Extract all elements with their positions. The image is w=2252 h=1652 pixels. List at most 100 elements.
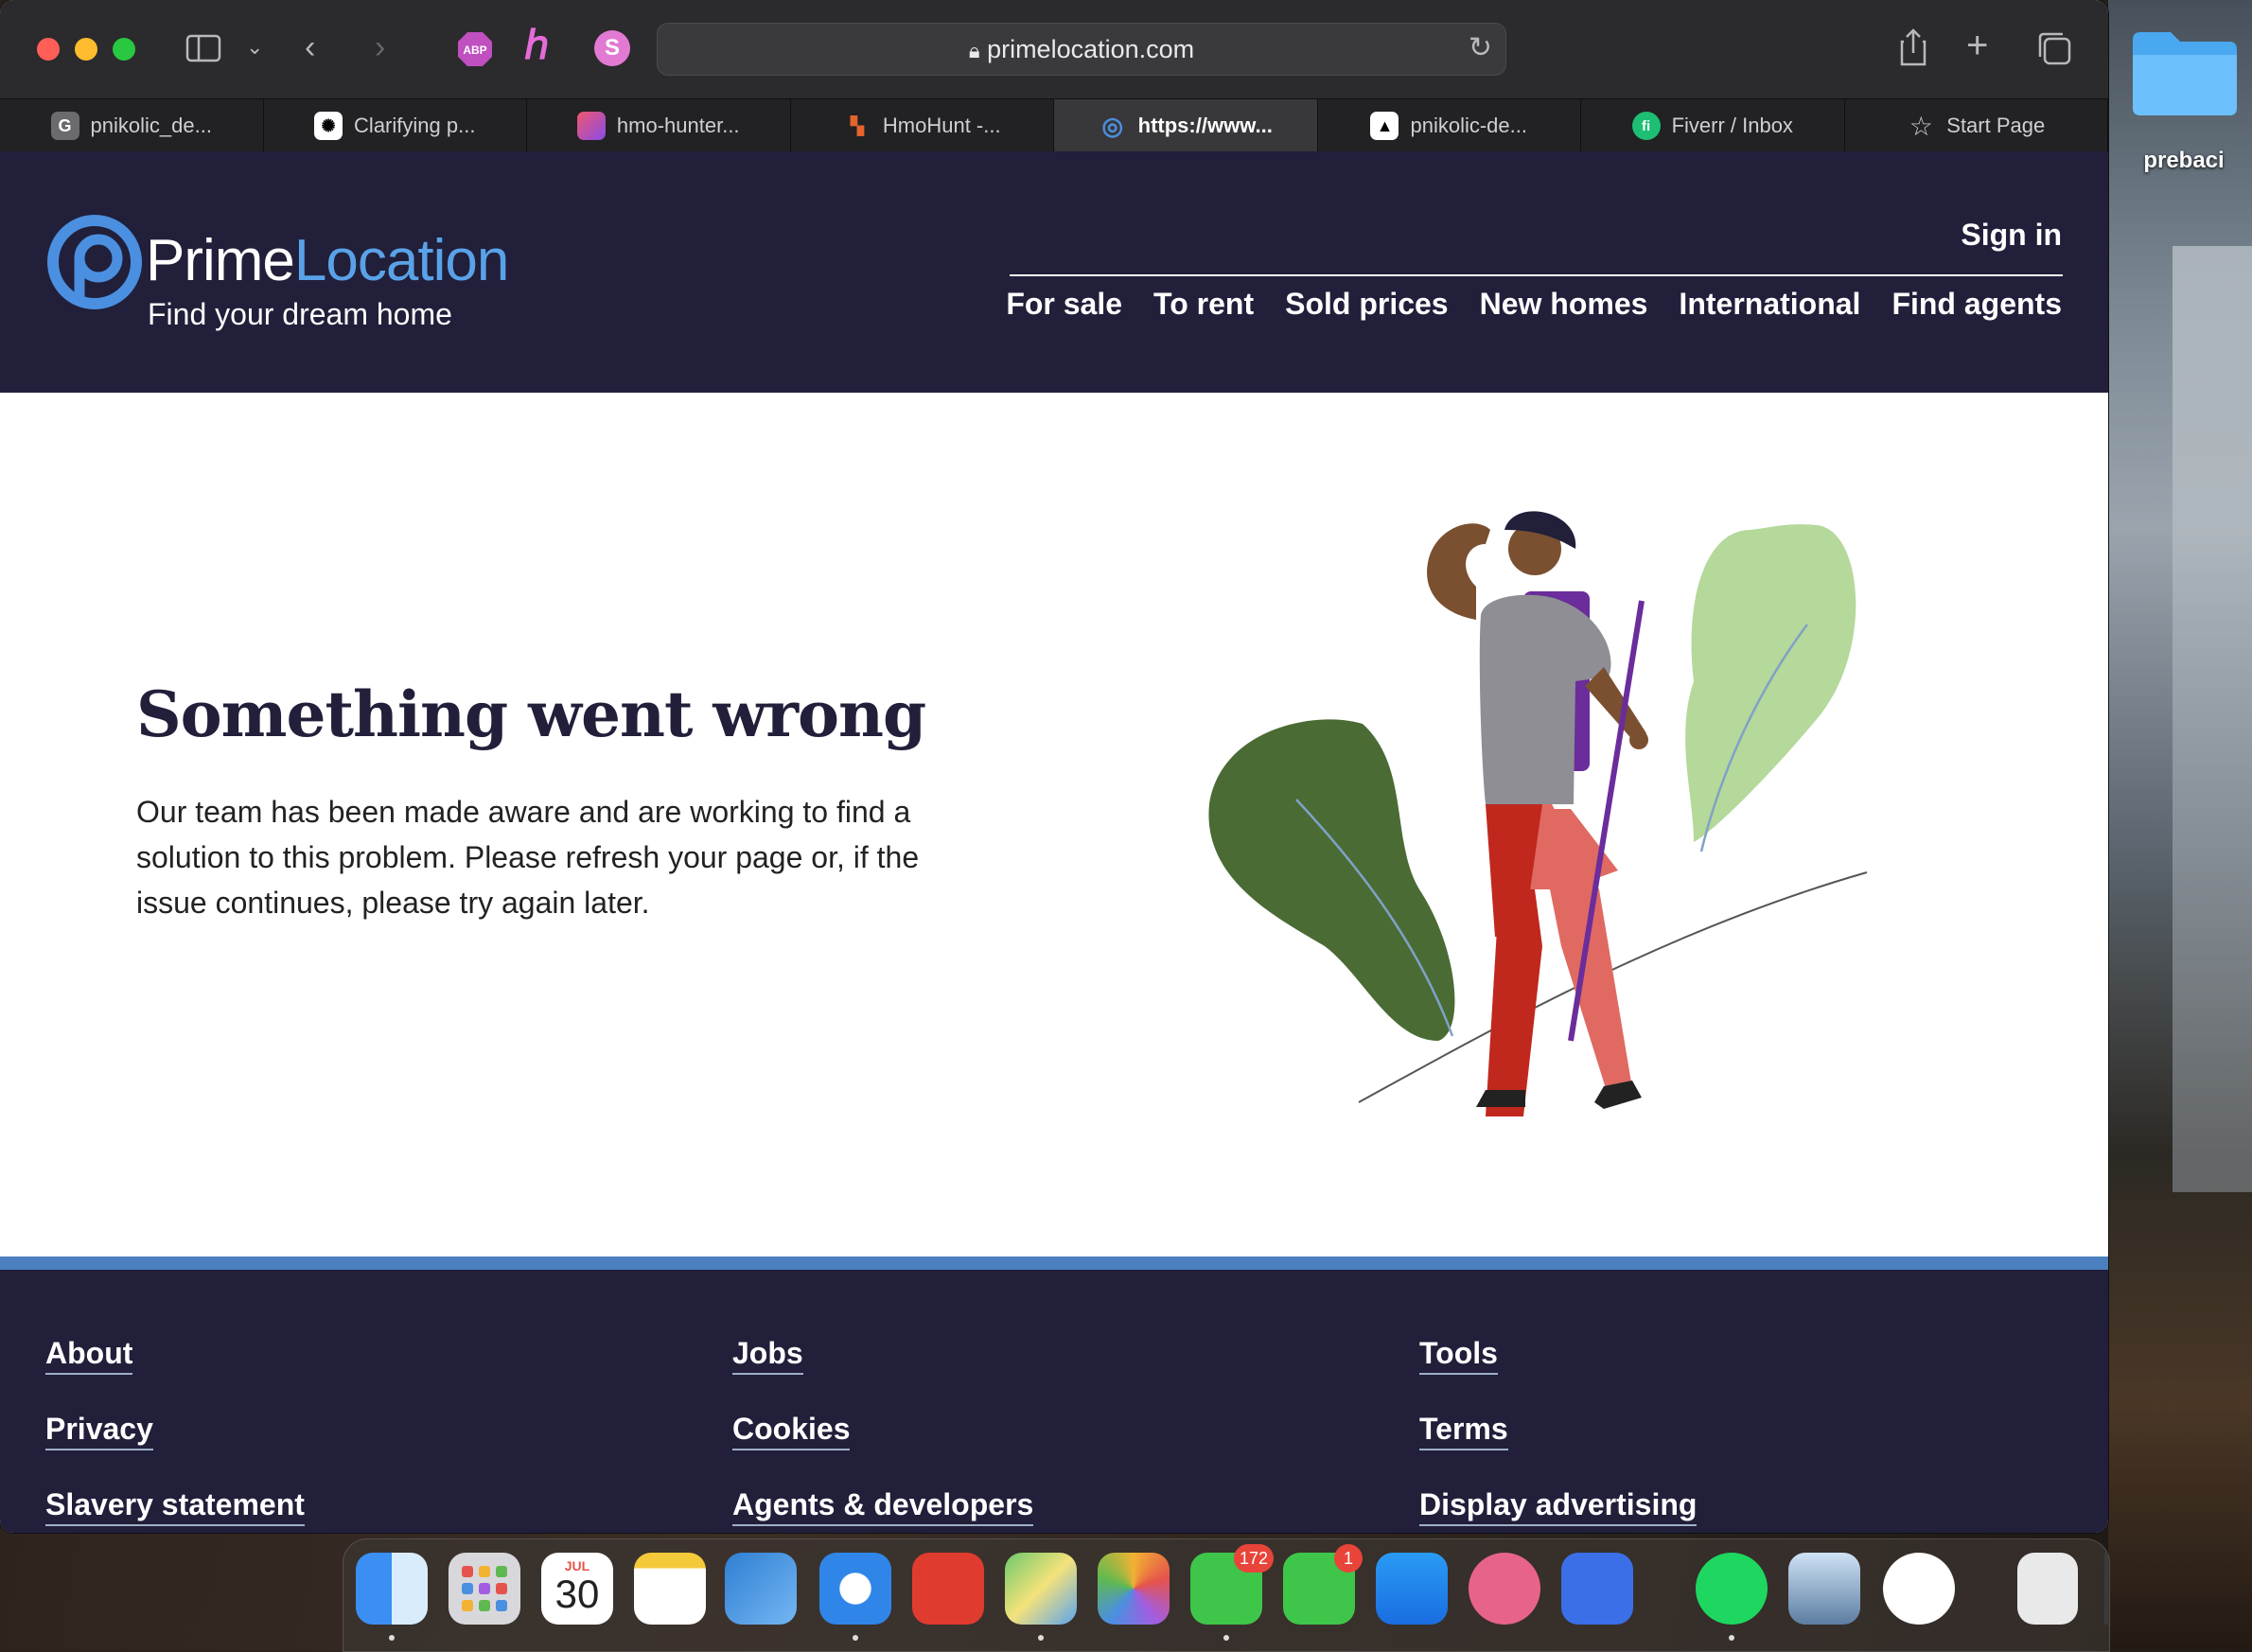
hiker-illustration [1208, 511, 1868, 1116]
footer-link-jobs[interactable]: Jobs [732, 1336, 803, 1375]
nav-sold-prices[interactable]: Sold prices [1285, 287, 1449, 322]
error-title: Something went wrong [136, 677, 926, 751]
calendar-icon[interactable]: JUL 30 [541, 1553, 613, 1625]
brand-location: Location [293, 228, 509, 293]
g-favicon-icon: G [50, 112, 79, 140]
back-icon[interactable]: ‹ [305, 28, 315, 66]
tab-chatgpt[interactable]: ✺ Clarifying p... [264, 99, 527, 152]
close-window-button[interactable] [37, 38, 60, 61]
footer-link-about[interactable]: About [45, 1336, 133, 1375]
footer-link-agents-developers[interactable]: Agents & developers [732, 1487, 1034, 1526]
chevron-down-icon[interactable]: ⌄ [246, 28, 263, 66]
brand-name[interactable]: PrimeLocation [146, 227, 509, 294]
running-indicator [1223, 1635, 1229, 1641]
tab-pnikolic-g[interactable]: Gpnikolic_de... [0, 99, 264, 152]
footer-link-terms[interactable]: Terms [1419, 1412, 1508, 1450]
running-indicator [1038, 1635, 1044, 1641]
folder-label[interactable]: prebaci [2106, 148, 2252, 174]
tab-label: pnikolic-de... [1410, 114, 1527, 137]
minimize-window-button[interactable] [75, 38, 97, 61]
roblox-icon[interactable] [1561, 1553, 1633, 1625]
tab-label: HmoHunt -... [882, 114, 1001, 137]
tab-start-page[interactable]: ☆ Start Page [1845, 99, 2108, 152]
footer-link-display-advertising[interactable]: Display advertising [1419, 1487, 1698, 1526]
launchpad-icon[interactable] [449, 1553, 520, 1625]
nav-new-homes[interactable]: New homes [1480, 287, 1648, 322]
tab-fiverr[interactable]: fi Fiverr / Inbox [1581, 99, 1845, 152]
tab-overview-icon[interactable] [2036, 30, 2072, 66]
brand-prime: Prime [146, 228, 295, 293]
svg-text:ABP: ABP [463, 44, 486, 57]
error-message: Our team has been made aware and are wor… [136, 795, 920, 920]
safari-icon[interactable] [819, 1553, 891, 1625]
nav-international[interactable]: International [1679, 287, 1860, 322]
address-bar[interactable]: 🔒︎ primelocation.com ↻ [657, 23, 1506, 76]
archiver-icon[interactable] [1469, 1553, 1540, 1625]
sidebar-icon[interactable] [185, 34, 221, 62]
tab-primelocation[interactable]: ◎ https://www... [1054, 99, 1318, 152]
hmohunt-favicon-icon: ▚ [850, 115, 864, 135]
lock-icon: 🔒︎ [968, 39, 980, 62]
facetime-badge: 1 [1334, 1544, 1363, 1573]
nav-to-rent[interactable]: To rent [1153, 287, 1254, 322]
footer-link-slavery-statement[interactable]: Slavery statement [45, 1487, 305, 1526]
footer-accent-bar [0, 1257, 2108, 1270]
tab-label: Start Page [1946, 114, 2046, 137]
new-tab-icon[interactable]: + [1966, 26, 1988, 64]
folder-icon[interactable] [2129, 26, 2241, 119]
openai-favicon-icon: ✺ [314, 112, 343, 140]
notes-icon[interactable] [634, 1553, 706, 1625]
honey-extension-icon[interactable]: ℎ [524, 26, 550, 65]
tab-label: Clarifying p... [354, 114, 476, 137]
reload-icon[interactable]: ↻ [1469, 31, 1492, 64]
hmo-hunter-favicon-icon: ◆ [576, 112, 606, 140]
primelocation-favicon-icon: ◎ [1101, 111, 1123, 140]
footer-link-cookies[interactable]: Cookies [732, 1412, 851, 1450]
messages-badge: 172 [1234, 1544, 1275, 1573]
s-extension-icon[interactable]: S [594, 30, 630, 66]
document-stack-icon[interactable] [2017, 1553, 2078, 1625]
forward-icon[interactable]: › [375, 28, 385, 66]
main-nav: For sale To rent Sold prices New homes I… [1006, 287, 2062, 322]
tab-pnikolic-vercel[interactable]: ▲ pnikolic-de... [1318, 99, 1581, 152]
tab-label: pnikolic_de... [90, 114, 212, 137]
running-indicator [853, 1635, 858, 1641]
photos-icon[interactable] [1098, 1553, 1170, 1625]
tab-label: hmo-hunter... [616, 114, 740, 137]
tab-label: Fiverr / Inbox [1671, 114, 1793, 137]
vercel-favicon-icon: ▲ [1370, 112, 1399, 140]
site-footer [0, 1270, 2108, 1533]
maps-icon[interactable] [1005, 1553, 1077, 1625]
tab-bar: Gpnikolic_de... ✺ Clarifying p... ◆ hmo-hu… [0, 98, 2108, 152]
tab-label: https://www... [1137, 114, 1273, 137]
footer-link-tools[interactable]: Tools [1419, 1336, 1498, 1375]
photo-booth-icon[interactable] [912, 1553, 984, 1625]
primelocation-logo-icon[interactable] [45, 213, 144, 311]
dock-overflow [2104, 1553, 2108, 1625]
nav-divider [1010, 274, 2063, 276]
tagline: Find your dream home [148, 297, 452, 331]
archive-utility-icon[interactable] [725, 1553, 797, 1625]
running-indicator [389, 1635, 395, 1641]
fiverr-favicon-icon: fi [1631, 112, 1661, 140]
app-store-icon[interactable] [1376, 1553, 1448, 1625]
ea-app-icon[interactable] [1883, 1553, 1955, 1625]
address-text: primelocation.com [987, 35, 1195, 63]
desktop-window-reflection [2173, 246, 2252, 1192]
zoom-window-button[interactable] [113, 38, 135, 61]
finder-icon[interactable] [356, 1553, 428, 1625]
browser-window: ⌄ ‹ › ABP ℎ S 🔒︎ primelocation.com ↻ + G… [0, 0, 2108, 1533]
star-icon: ☆ [1909, 111, 1933, 141]
nav-for-sale[interactable]: For sale [1006, 287, 1122, 322]
spotify-icon[interactable] [1696, 1553, 1768, 1625]
calendar-day: 30 [554, 1572, 600, 1616]
tab-hmo-hunter[interactable]: ◆ hmo-hunter... [527, 99, 791, 152]
running-indicator [1729, 1635, 1734, 1641]
sign-in-link[interactable]: Sign in [1961, 218, 2062, 253]
tab-hmohunt[interactable]: ▚ HmoHunt -... [791, 99, 1054, 152]
adblock-plus-icon[interactable]: ABP [456, 30, 494, 68]
share-icon[interactable] [1898, 26, 1928, 68]
nav-find-agents[interactable]: Find agents [1891, 287, 2062, 322]
preview-icon[interactable] [1788, 1553, 1860, 1625]
footer-link-privacy[interactable]: Privacy [45, 1412, 153, 1450]
